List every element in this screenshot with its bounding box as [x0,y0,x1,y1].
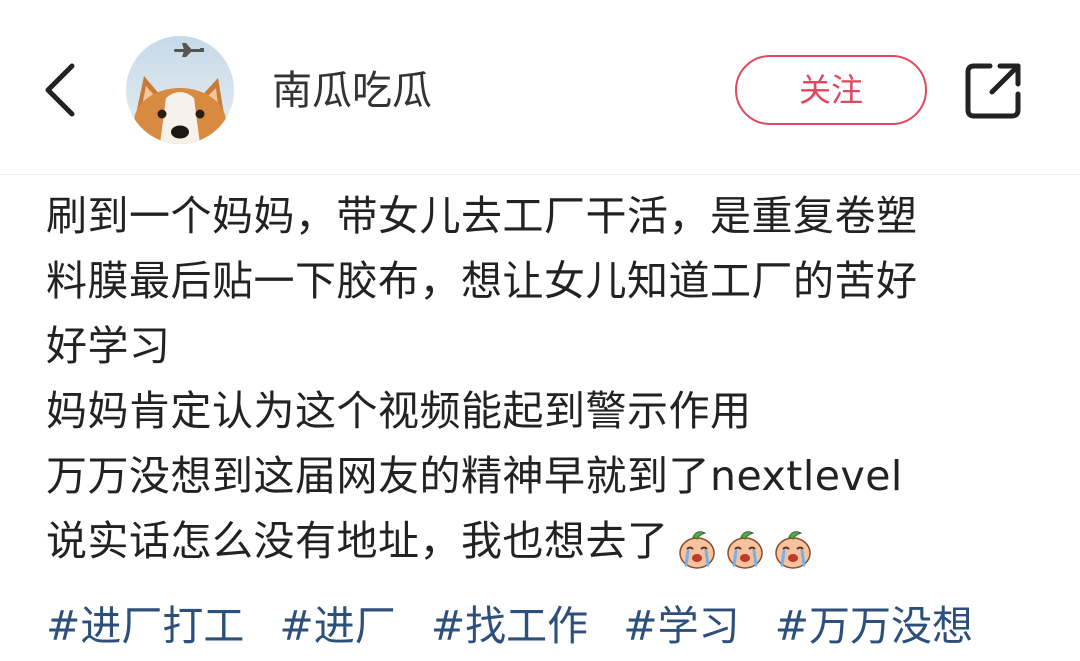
crying-peach-emoji [771,525,815,569]
back-button[interactable] [34,58,90,122]
share-button[interactable] [960,58,1026,124]
avatar[interactable] [126,36,234,144]
post-text-line: 好学习 [46,322,171,370]
post-text-line-with-emoji: 说实话怎么没有地址，我也想去了 [46,509,1056,574]
follow-button[interactable]: 关注 [735,55,927,125]
post-text-line: 妈妈肯定认为这个视频能起到警示作用 [46,387,752,435]
hashtag-link[interactable]: #进厂打工 [46,602,244,650]
crying-peach-emoji [675,525,719,569]
hashtag-link[interactable]: #万万没想 [775,602,973,650]
post-text-line: 刷到一个妈妈，带女儿去工厂干活，是重复卷塑 [46,192,918,240]
hashtag-link[interactable]: #找工作 [431,602,588,650]
crying-peach-emoji [723,525,767,569]
share-icon [965,63,1021,119]
hashtag-link[interactable]: #学习 [623,602,739,650]
hashtag-list: #进厂打工 #进厂 #找工作 #学习 #万万没想 [46,596,973,656]
post-text: 说实话怎么没有地址，我也想去了 [46,517,669,565]
username[interactable]: 南瓜吃瓜 [272,66,432,116]
post-header: 南瓜吃瓜 关注 [0,0,1080,175]
post-text-line: 料膜最后贴一下胶布，想让女儿知道工厂的苦好 [46,257,918,305]
post-text-line: 万万没想到这届网友的精神早就到了nextlevel [46,452,903,500]
hashtag-link[interactable]: #进厂 [279,602,395,650]
emoji-group [675,512,819,577]
chevron-left-icon [45,63,75,117]
post-body: 刷到一个妈妈，带女儿去工厂干活，是重复卷塑 料膜最后贴一下胶布，想让女儿知道工厂… [46,184,1056,574]
